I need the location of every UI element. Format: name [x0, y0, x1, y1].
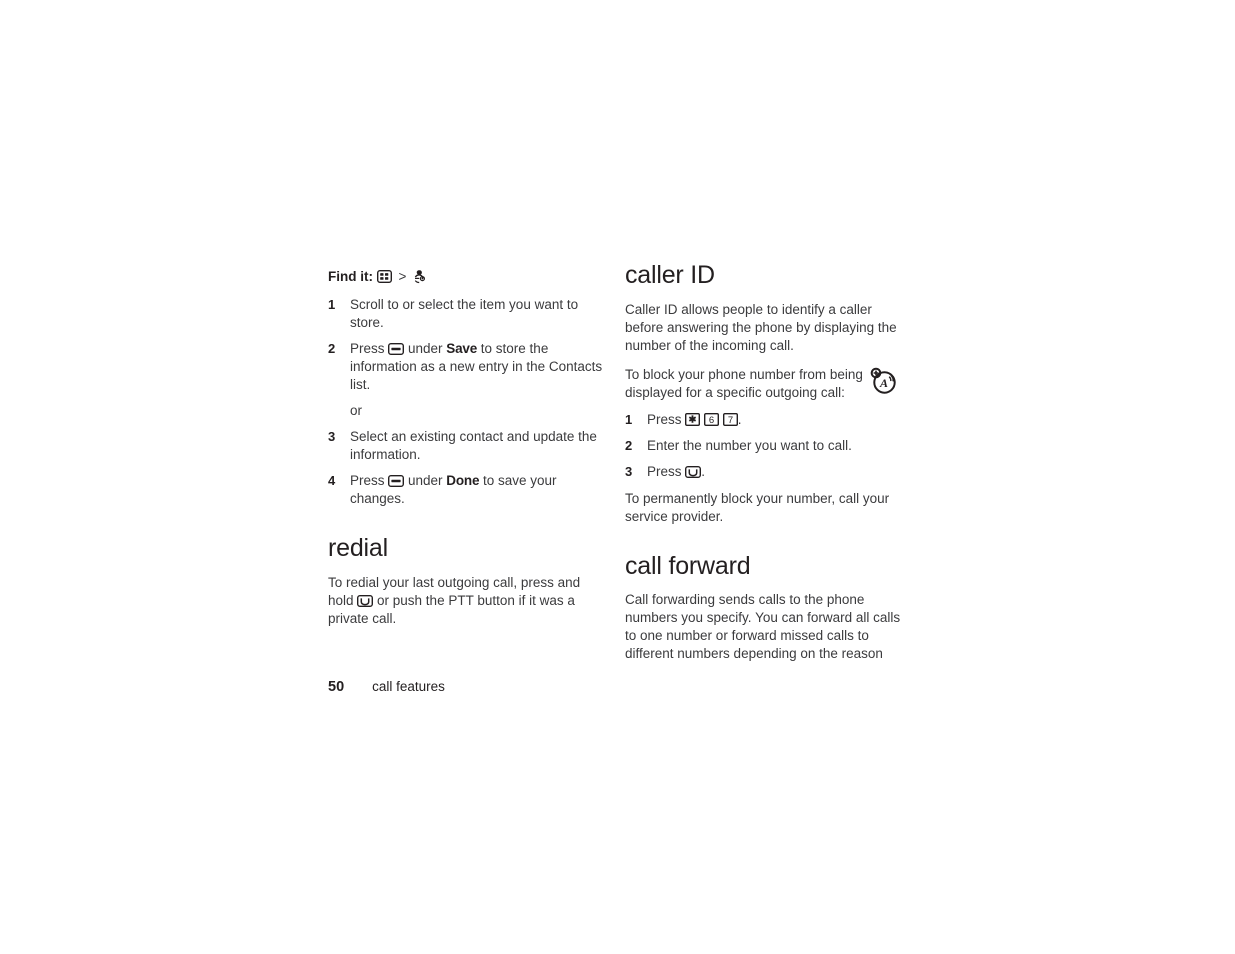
- step-item: 3 Select an existing contact and update …: [328, 428, 608, 464]
- step-text: under: [404, 473, 447, 488]
- svg-text:6: 6: [709, 414, 714, 425]
- right-column: caller ID Caller ID allows people to ide…: [625, 261, 905, 674]
- page-section-label: call features: [372, 679, 445, 694]
- note-tip-icon: A: [869, 366, 899, 396]
- svg-text:7: 7: [728, 414, 733, 425]
- contacts-icon: [413, 269, 428, 284]
- step-number: 1: [625, 411, 633, 427]
- find-it-label: Find it:: [328, 269, 373, 284]
- step-item: 1 Scroll to or select the item you want …: [328, 296, 608, 332]
- section-heading-redial: redial: [328, 534, 388, 562]
- step-item: 2 Press under Save to store the informat…: [328, 340, 608, 394]
- step-or-separator: or: [350, 403, 363, 418]
- softkey-label-done: Done: [446, 473, 480, 488]
- step-item: 2 Enter the number you want to call.: [625, 437, 905, 455]
- step-number: 1: [328, 297, 336, 312]
- redial-paragraph: To redial your last outgoing call, press…: [328, 574, 608, 628]
- step-number: 3: [328, 429, 336, 444]
- page-footer: 50 call features: [328, 678, 445, 695]
- soft-key-icon: [388, 475, 405, 487]
- keypad-star-icon: ✱: [685, 412, 701, 426]
- step-text: Enter the number you want to call.: [647, 437, 852, 453]
- caller-id-paragraph-3: To permanently block your number, call y…: [625, 490, 890, 524]
- svg-text:✱: ✱: [689, 414, 698, 425]
- find-it-separator: >: [398, 269, 407, 284]
- step-text: .: [737, 411, 742, 427]
- step-text: .: [701, 463, 706, 479]
- keypad-6-icon: 6: [704, 412, 720, 426]
- main-menu-icon: [376, 270, 392, 283]
- step-text: Press: [350, 473, 389, 488]
- find-it-line: Find it: >: [328, 268, 608, 286]
- left-column: Find it: > 1 Scroll to or select the ite…: [328, 268, 608, 639]
- call-forward-paragraph-1: Call forwarding sends calls to the phone…: [625, 592, 901, 661]
- send-key-icon: [357, 594, 374, 607]
- svg-text:A: A: [879, 376, 888, 390]
- step-text: Press: [647, 411, 686, 427]
- step-item: 3 Press .: [625, 463, 905, 481]
- step-text: Press: [647, 463, 686, 479]
- step-text: Press: [350, 341, 389, 356]
- step-text: Select an existing contact and update th…: [350, 429, 597, 462]
- softkey-label-save: Save: [446, 341, 478, 356]
- step-number: 2: [625, 437, 633, 453]
- step-text: Scroll to or select the item you want to…: [350, 297, 579, 330]
- section-heading-call-forward: call forward: [625, 551, 751, 580]
- step-text: under: [404, 341, 447, 356]
- manual-page: Find it: > 1 Scroll to or select the ite…: [0, 0, 1235, 954]
- page-number: 50: [328, 679, 345, 695]
- send-key-icon: [685, 465, 702, 478]
- caller-id-paragraph-1: Caller ID allows people to identify a ca…: [625, 301, 897, 353]
- step-number: 2: [328, 341, 336, 356]
- step-item: 1 Press ✱ 6 7 .: [625, 411, 905, 429]
- caller-id-paragraph-2: To block your phone number from being di…: [625, 366, 863, 400]
- step-number: 4: [328, 473, 336, 488]
- soft-key-icon: [388, 343, 405, 355]
- keypad-7-icon: 7: [722, 412, 738, 426]
- step-item: 4 Press under Done to save your changes.: [328, 472, 608, 508]
- step-number: 3: [625, 463, 633, 479]
- section-heading-caller-id: caller ID: [625, 261, 715, 289]
